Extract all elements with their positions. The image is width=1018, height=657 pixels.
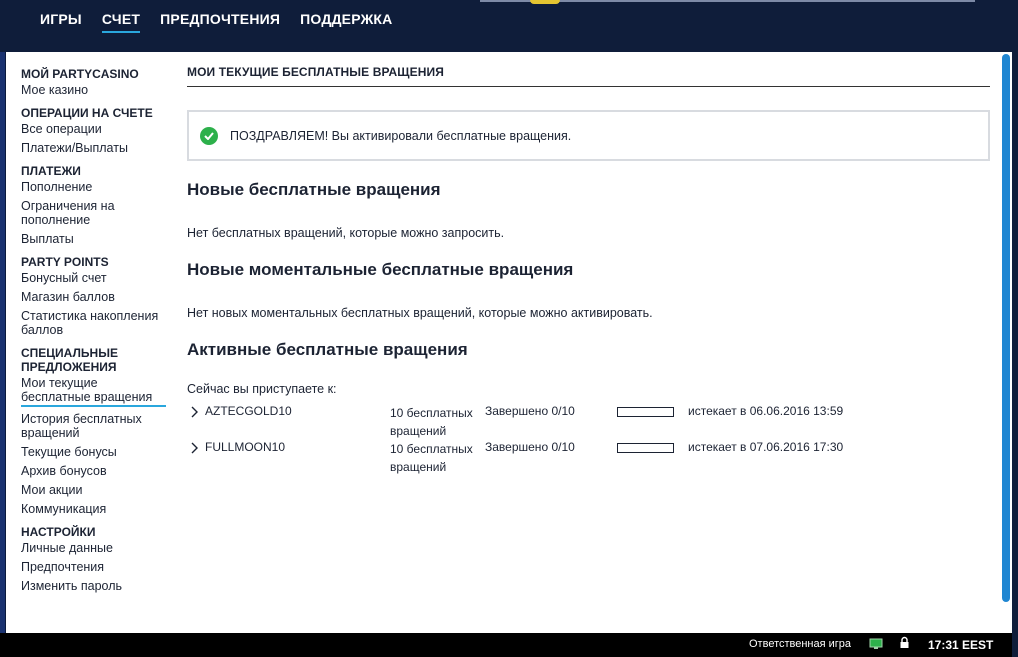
spin-count: 10 бесплатных вращений [390, 406, 473, 438]
clock: 17:31 EEST [928, 638, 994, 652]
status-bar: Ответственная игра 17:31 EEST [0, 633, 1018, 657]
spin-progress-bar [617, 443, 674, 453]
right-edge [1012, 52, 1018, 633]
active-spins-heading: Активные бесплатные вращения [187, 340, 468, 359]
active-spins-list: AZTECGOLD10 10 бесплатных вращений Завер… [187, 404, 990, 476]
sidebar-heading: НАСТРОЙКИ [21, 525, 96, 539]
chevron-right-icon[interactable] [190, 405, 200, 419]
list-item[interactable]: FULLMOON10 10 бесплатных вращений Заверш… [187, 440, 990, 476]
content-frame: МОЙ PARTYCASINO Мое казино ОПЕРАЦИИ НА С… [5, 52, 1012, 633]
sidebar-heading: МОЙ PARTYCASINO [21, 67, 139, 81]
sidebar-heading: ПЛАТЕЖИ [21, 164, 81, 178]
nav-preferences[interactable]: ПРЕДПОЧТЕНИЯ [160, 11, 280, 33]
sidebar-item-free-spins-history[interactable]: История бесплатных вращений [21, 412, 171, 440]
active-spins-lead: Сейчас вы приступаете к: [187, 382, 337, 396]
new-spins-heading: Новые бесплатные вращения [187, 180, 441, 199]
scrollbar-thumb[interactable] [1002, 54, 1010, 602]
sidebar-section-operations: ОПЕРАЦИИ НА СЧЕТЕ Все операции Платежи/В… [21, 106, 171, 155]
sidebar-item-current-bonuses[interactable]: Текущие бонусы [21, 445, 171, 459]
sidebar-heading: ОПЕРАЦИИ НА СЧЕТЕ [21, 106, 153, 120]
sidebar-item-change-password[interactable]: Изменить пароль [21, 579, 171, 593]
sidebar-item-personal-data[interactable]: Личные данные [21, 541, 171, 555]
sidebar-item-deposit-limits[interactable]: Ограничения на пополнение [21, 199, 171, 227]
spin-expiry: истекает в 06.06.2016 13:59 [688, 404, 844, 418]
sidebar-item-communication[interactable]: Коммуникация [21, 502, 171, 516]
sidebar-item-my-casino[interactable]: Мое казино [21, 83, 171, 97]
sidebar-item-preferences[interactable]: Предпочтения [21, 560, 171, 574]
main-nav: ИГРЫ СЧЕТ ПРЕДПОЧТЕНИЯ ПОДДЕРЖКА [40, 11, 393, 33]
sidebar-item-bonus-archive[interactable]: Архив бонусов [21, 464, 171, 478]
brand-accent [530, 0, 560, 4]
sidebar-item-bonus-account[interactable]: Бонусный счет [21, 271, 171, 285]
instant-spins-heading: Новые моментальные бесплатные вращения [187, 260, 574, 279]
sidebar-section-party-points: PARTY POINTS Бонусный счет Магазин балло… [21, 255, 171, 337]
check-circle-icon [200, 126, 218, 145]
spin-status: Завершено 0/10 [485, 404, 575, 418]
alert-message: ПОЗДРАВЛЯЕМ! Вы активировали бесплатные … [230, 128, 572, 143]
sidebar-section-settings: НАСТРОЙКИ Личные данные Предпочтения Изм… [21, 525, 171, 593]
success-alert: ПОЗДРАВЛЯЕМ! Вы активировали бесплатные … [187, 110, 990, 161]
spin-name[interactable]: FULLMOON10 [205, 440, 285, 454]
spin-count: 10 бесплатных вращений [390, 442, 473, 474]
sidebar-item-my-promotions[interactable]: Мои акции [21, 483, 171, 497]
account-sidebar: МОЙ PARTYCASINO Мое казино ОПЕРАЦИИ НА С… [21, 67, 171, 602]
nav-account[interactable]: СЧЕТ [101, 11, 141, 33]
spin-progress-bar [617, 407, 674, 417]
responsible-gaming-link[interactable]: Ответственная игра [749, 638, 851, 650]
main-content: МОИ ТЕКУЩИЕ БЕСПЛАТНЫЕ ВРАЩЕНИЯ ПОЗДРАВЛ… [187, 65, 990, 476]
spin-status: Завершено 0/10 [485, 440, 575, 454]
sidebar-item-current-free-spins[interactable]: Мои текущие бесплатные вращения [21, 376, 166, 407]
sidebar-item-deposit[interactable]: Пополнение [21, 180, 171, 194]
sidebar-section-my-casino: МОЙ PARTYCASINO Мое казино [21, 67, 171, 97]
chevron-right-icon[interactable] [190, 441, 200, 455]
list-item[interactable]: AZTECGOLD10 10 бесплатных вращений Завер… [187, 404, 990, 440]
sidebar-item-points-shop[interactable]: Магазин баллов [21, 290, 171, 304]
sidebar-item-points-stats[interactable]: Статистика накопления баллов [21, 309, 171, 337]
right-edge-bottom [1012, 633, 1018, 657]
nav-games[interactable]: ИГРЫ [40, 11, 82, 33]
instant-spins-text: Нет новых моментальных бесплатных вращен… [187, 306, 653, 320]
sidebar-item-payments-withdrawals[interactable]: Платежи/Выплаты [21, 141, 171, 155]
sidebar-section-special-offers: СПЕЦИАЛЬНЫЕ ПРЕДЛОЖЕНИЯ Мои текущие бесп… [21, 346, 171, 516]
sidebar-heading: СПЕЦИАЛЬНЫЕ ПРЕДЛОЖЕНИЯ [21, 346, 118, 374]
monitor-icon [869, 637, 883, 649]
new-spins-text: Нет бесплатных вращений, которые можно з… [187, 226, 505, 240]
sidebar-item-withdrawals[interactable]: Выплаты [21, 232, 171, 246]
top-navbar: ИГРЫ СЧЕТ ПРЕДПОЧТЕНИЯ ПОДДЕРЖКА [0, 0, 1018, 52]
sidebar-item-all-operations[interactable]: Все операции [21, 122, 171, 136]
sidebar-section-payments: ПЛАТЕЖИ Пополнение Ограничения на пополн… [21, 164, 171, 246]
spin-name[interactable]: AZTECGOLD10 [205, 404, 292, 418]
lock-icon [899, 636, 910, 650]
sidebar-heading: PARTY POINTS [21, 255, 109, 269]
spin-expiry: истекает в 07.06.2016 17:30 [688, 440, 844, 454]
page-title: МОИ ТЕКУЩИЕ БЕСПЛАТНЫЕ ВРАЩЕНИЯ [187, 65, 990, 87]
nav-support[interactable]: ПОДДЕРЖКА [300, 11, 392, 33]
